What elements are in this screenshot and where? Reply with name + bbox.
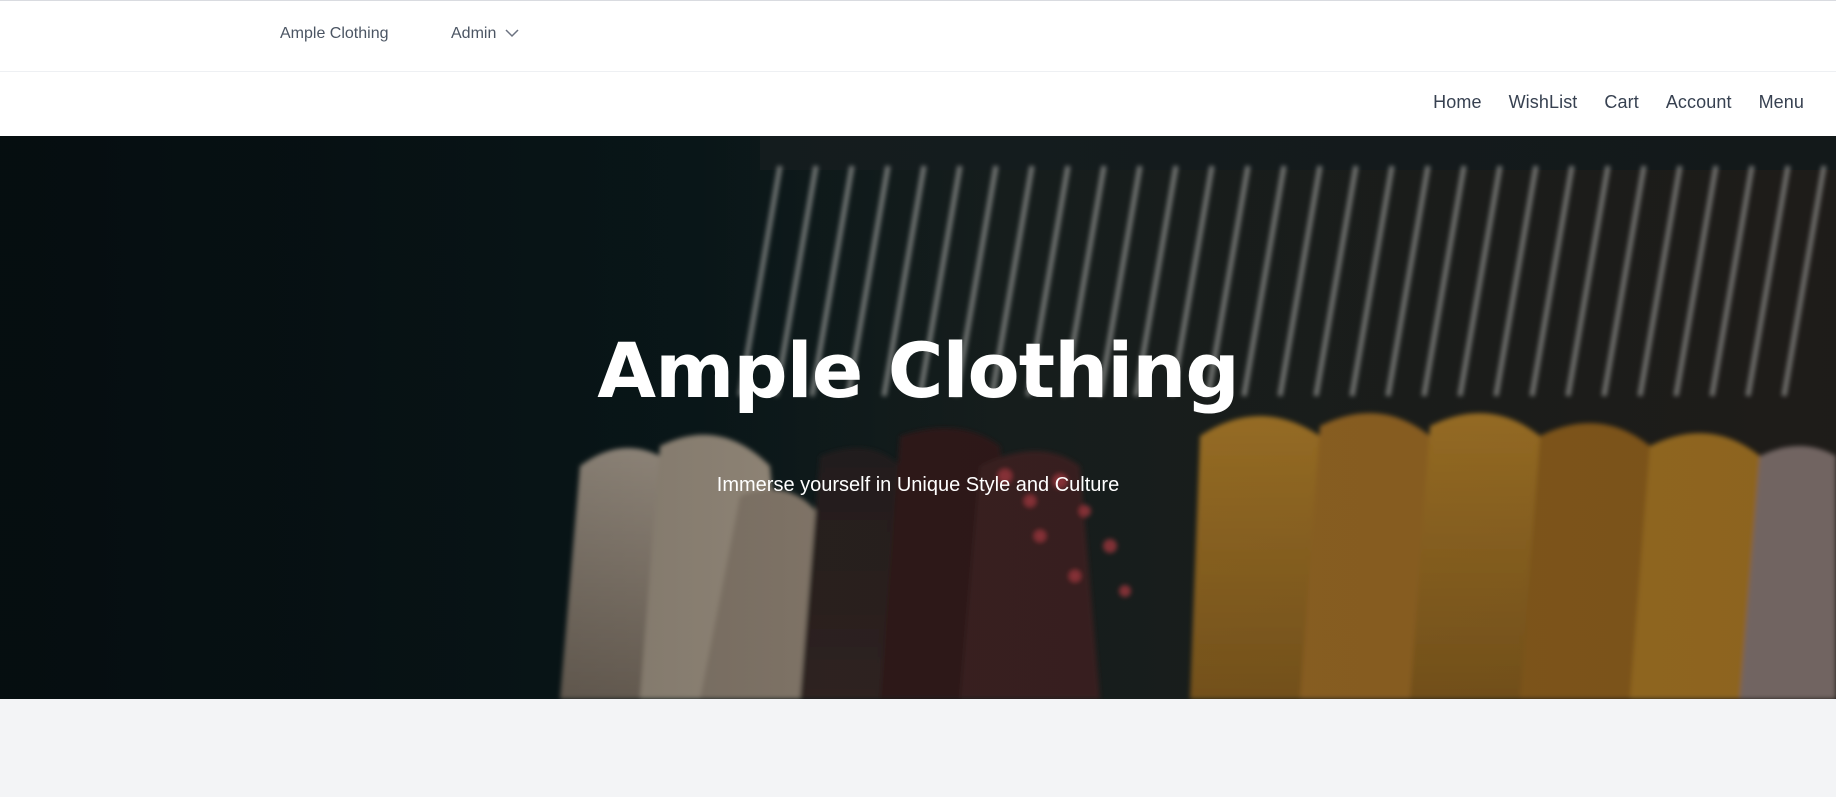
chevron-down-icon	[505, 25, 519, 43]
main-nav: Home WishList Cart Account Menu	[0, 72, 1836, 136]
admin-bar: Ample Clothing Admin	[0, 0, 1836, 72]
nav-links: Home WishList Cart Account Menu	[1433, 92, 1804, 113]
admin-brand-link[interactable]: Ample Clothing	[280, 25, 389, 43]
hero-subtitle: Immerse yourself in Unique Style and Cul…	[716, 474, 1120, 496]
nav-link-home[interactable]: Home	[1433, 92, 1481, 113]
nav-link-menu[interactable]: Menu	[1759, 92, 1804, 113]
hero-overlay	[0, 136, 1836, 699]
hero-banner: Ample Clothing Immerse yourself in Uniqu…	[0, 136, 1836, 699]
admin-dropdown-label: Admin	[451, 25, 497, 42]
nav-link-account[interactable]: Account	[1666, 92, 1732, 113]
hero-title: Ample Clothing	[597, 326, 1240, 415]
admin-dropdown[interactable]: Admin	[451, 25, 519, 43]
content-area	[0, 699, 1836, 797]
nav-link-wishlist[interactable]: WishList	[1509, 92, 1578, 113]
nav-link-cart[interactable]: Cart	[1604, 92, 1638, 113]
